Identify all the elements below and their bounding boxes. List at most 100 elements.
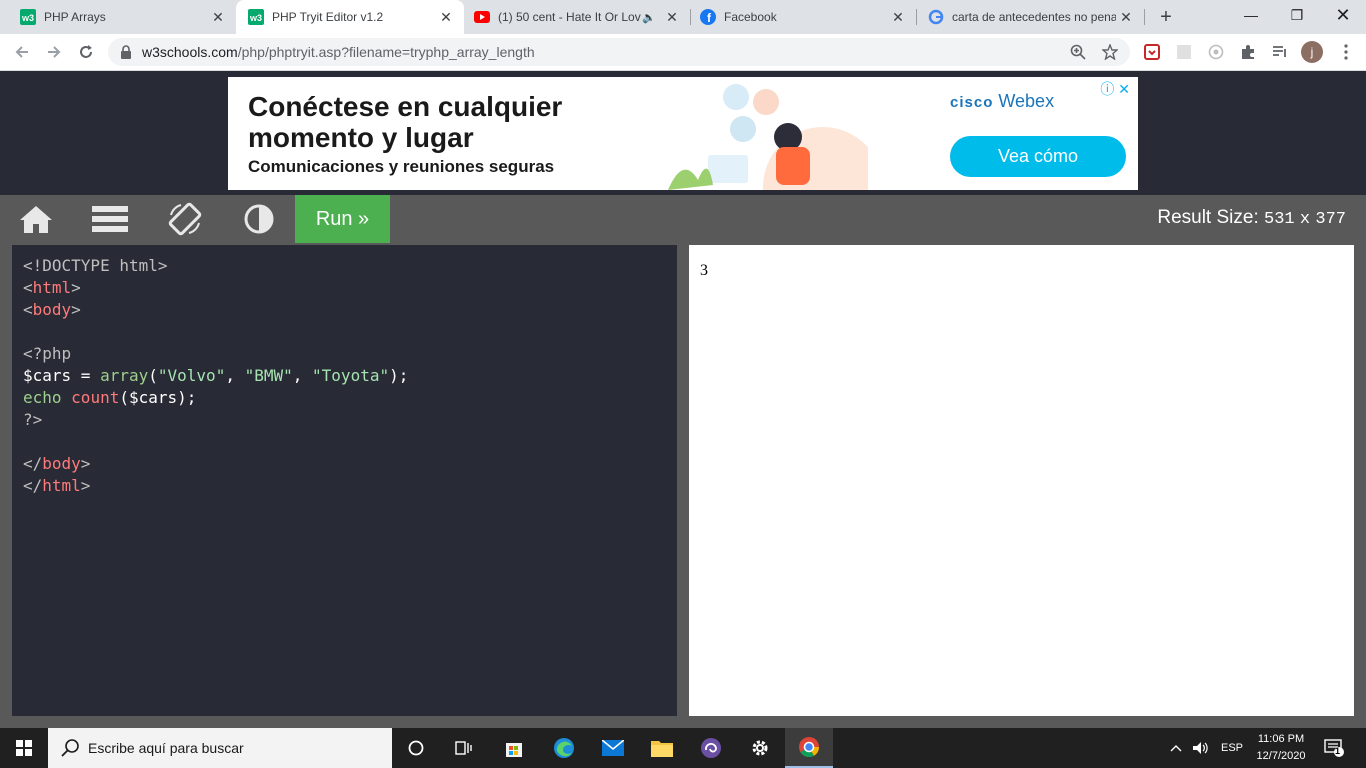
w3schools-icon: w3 (20, 9, 36, 25)
edge-icon[interactable] (540, 728, 588, 768)
windows-taskbar: Escribe aquí para buscar ESP 11:06 PM 12… (0, 728, 1366, 768)
tab-youtube[interactable]: (1) 50 cent - Hate It Or Lov 🔈 ✕ (464, 0, 690, 34)
url-path: /php/phptryit.asp?filename=tryphp_array_… (237, 44, 535, 60)
cortana-icon[interactable] (392, 728, 440, 768)
tab-google-search[interactable]: carta de antecedentes no penal ✕ (916, 0, 1144, 34)
browser-toolbar: w3schools.com/php/phptryit.asp?filename=… (0, 34, 1366, 71)
app-swirl-icon[interactable] (687, 728, 735, 768)
close-tab-icon[interactable]: ✕ (1116, 9, 1136, 26)
window-close-icon[interactable]: ✕ (1320, 0, 1366, 30)
cisco-logo: cisco (950, 94, 994, 111)
extension-grid-icon[interactable] (1174, 42, 1194, 62)
ad-illustration (668, 84, 868, 190)
code-line: $cars = array("Volvo", "BMW", "Toyota"); (23, 366, 409, 385)
run-button[interactable]: Run » (295, 195, 390, 243)
close-tab-icon[interactable]: ✕ (888, 9, 908, 26)
home-icon[interactable] (11, 199, 61, 239)
lock-icon[interactable] (120, 45, 132, 64)
tab-php-tryit-editor[interactable]: w3 PHP Tryit Editor v1.2 ✕ (236, 0, 464, 34)
result-output: 3 (700, 262, 708, 279)
ad-cta-button[interactable]: Vea cómo (950, 136, 1126, 177)
ad-banner-area: Conéctese en cualquier momento y lugar C… (0, 71, 1366, 195)
mail-icon[interactable] (589, 728, 637, 768)
search-placeholder: Escribe aquí para buscar (88, 740, 244, 756)
task-view-icon[interactable] (440, 728, 488, 768)
notifications-icon[interactable]: 1 (1324, 728, 1344, 768)
settings-gear-icon[interactable] (736, 728, 784, 768)
extensions-puzzle-icon[interactable] (1238, 42, 1258, 62)
minimize-icon[interactable]: — (1228, 0, 1274, 30)
code-line: </body> (23, 454, 91, 473)
chrome-icon[interactable] (785, 728, 833, 768)
speaker-icon[interactable]: 🔈 (642, 11, 656, 24)
w3schools-icon: w3 (248, 9, 264, 25)
close-tab-icon[interactable]: ✕ (436, 9, 456, 26)
tab-facebook[interactable]: f Facebook ✕ (690, 0, 916, 34)
code-line: </html> (23, 476, 91, 495)
ad-brand: cisco Webex (950, 91, 1054, 112)
code-line: echo count($cars); (23, 388, 197, 407)
bookmark-star-icon[interactable] (1100, 42, 1120, 62)
store-icon[interactable] (490, 728, 538, 768)
close-tab-icon[interactable]: ✕ (662, 9, 682, 26)
tab-php-arrays[interactable]: w3 PHP Arrays ✕ (0, 0, 236, 34)
result-size: Result Size: 531 x 377 (1157, 207, 1346, 229)
result-size-label: Result Size: (1157, 207, 1259, 228)
webex-logo: Webex (998, 91, 1055, 111)
ad-close-icon[interactable]: ⓘ ✕ (1100, 79, 1130, 99)
search-icon (60, 738, 80, 763)
code-line: <html> (23, 278, 81, 297)
svg-text:w3: w3 (21, 13, 34, 23)
system-clock[interactable]: 11:06 PM 12/7/2020 (1248, 731, 1314, 765)
close-tab-icon[interactable]: ✕ (208, 9, 228, 26)
restore-icon[interactable]: ❐ (1274, 0, 1320, 30)
facebook-icon: f (700, 9, 716, 25)
tab-title: PHP Tryit Editor v1.2 (272, 10, 384, 24)
tab-separator (1144, 9, 1145, 25)
result-x: x (1299, 210, 1311, 229)
code-line: <body> (23, 300, 81, 319)
rotate-orientation-icon[interactable] (160, 199, 210, 239)
address-bar[interactable]: w3schools.com/php/phptryit.asp?filename=… (108, 38, 1130, 66)
code-editor[interactable]: <!DOCTYPE html> <html> <body> <?php $cars =… (12, 245, 677, 716)
back-icon[interactable] (10, 40, 34, 64)
url-host: w3schools.com (142, 44, 238, 60)
theme-contrast-icon[interactable] (234, 199, 284, 239)
advertisement[interactable]: Conéctese en cualquier momento y lugar C… (228, 77, 1138, 190)
url-text[interactable]: w3schools.com/php/phptryit.asp?filename=… (142, 44, 535, 60)
forward-icon[interactable] (42, 40, 66, 64)
clock-time: 11:06 PM (1257, 733, 1305, 745)
media-queue-icon[interactable] (1270, 42, 1290, 62)
tab-strip: w3 PHP Arrays ✕ w3 PHP Tryit Editor v1.2… (0, 0, 1366, 34)
result-width: 531 (1264, 210, 1295, 229)
tab-title: Facebook (724, 10, 777, 24)
windows-start-icon[interactable] (0, 728, 48, 768)
notification-count: 1 (1335, 746, 1341, 756)
youtube-icon (474, 9, 490, 25)
new-tab-icon[interactable]: + (1155, 6, 1177, 28)
profile-avatar[interactable]: j (1301, 41, 1323, 63)
result-height: 377 (1315, 210, 1346, 229)
tab-title: carta de antecedentes no penal (952, 10, 1116, 24)
code-line: <!DOCTYPE html> (23, 256, 168, 275)
tab-title: (1) 50 cent - Hate It Or Lov (498, 10, 641, 24)
taskbar-search-box[interactable]: Escribe aquí para buscar (48, 728, 392, 768)
file-explorer-icon[interactable] (638, 728, 686, 768)
code-line: ?> (23, 410, 43, 429)
reload-icon[interactable] (74, 40, 98, 64)
input-language[interactable]: ESP (1221, 728, 1243, 768)
extension-circle-icon[interactable] (1206, 42, 1226, 62)
zoom-icon[interactable] (1068, 42, 1088, 62)
result-frame[interactable]: 3 (689, 245, 1354, 716)
menu-kebab-icon[interactable] (1336, 42, 1356, 62)
code-line: <?php (23, 344, 72, 363)
svg-text:w3: w3 (249, 13, 262, 23)
ad-headline: Conéctese en cualquier momento y lugar (248, 91, 563, 153)
tryit-toolbar: Run » Result Size: 531 x 377 (0, 195, 1366, 243)
extension-shield-icon[interactable] (1142, 42, 1162, 62)
volume-icon[interactable] (1192, 728, 1210, 768)
show-hidden-icons-icon[interactable] (1170, 728, 1182, 768)
menu-icon[interactable] (85, 199, 135, 239)
